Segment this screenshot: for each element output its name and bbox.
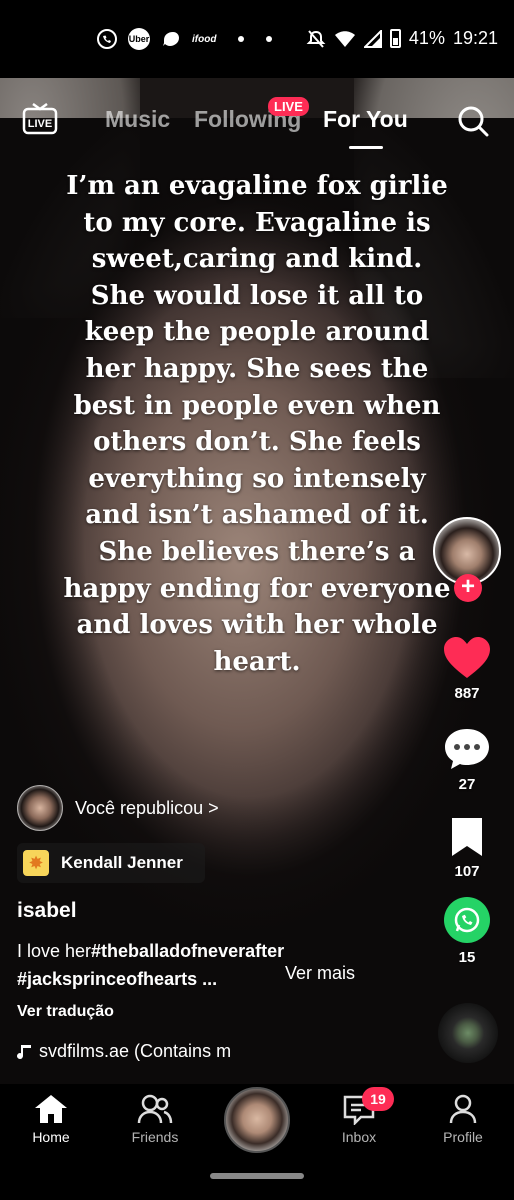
battery-icon	[389, 29, 401, 48]
notification-dot	[238, 36, 245, 42]
comment-icon	[445, 729, 489, 769]
bookmark-icon	[452, 818, 482, 856]
tab-music[interactable]: Music	[105, 106, 170, 133]
svg-text:LIVE: LIVE	[28, 118, 52, 130]
search-icon[interactable]	[456, 104, 490, 138]
clock: 19:21	[452, 28, 498, 48]
see-more-link[interactable]: Ver mais	[285, 963, 355, 984]
caption-text: I love her	[17, 941, 92, 961]
wifi-icon	[334, 30, 355, 47]
nav-profile[interactable]: Profile	[418, 1093, 508, 1145]
whatsapp-icon	[97, 29, 117, 49]
share-count: 15	[458, 949, 476, 966]
mute-icon	[306, 29, 326, 48]
video-text-overlay: I’m an evagaline fox girlie to my core. …	[63, 171, 451, 677]
repost-label: Você republicou >	[75, 797, 219, 818]
nav-label: Friends	[131, 1129, 179, 1145]
active-tab-indicator	[349, 146, 383, 149]
profile-icon	[449, 1094, 477, 1124]
uber-icon: Uber	[128, 28, 150, 50]
follow-button[interactable]: +	[454, 574, 482, 602]
status-bar: Uber ifood 41% 19:21	[0, 0, 514, 78]
home-indicator[interactable]	[210, 1173, 304, 1179]
bottom-nav: Home Friends Inbox Profile	[0, 1084, 514, 1200]
live-icon[interactable]: LIVE	[22, 103, 58, 135]
hashtag[interactable]: #jacksprinceofhearts ...	[17, 969, 217, 989]
see-translation-link[interactable]: Ver tradução	[17, 1003, 114, 1021]
music-note-icon	[17, 1044, 31, 1059]
share-button[interactable]: 15	[434, 897, 500, 966]
ifood-icon: ifood	[192, 33, 217, 45]
nav-friends[interactable]: Friends	[110, 1093, 200, 1145]
sound-link[interactable]: svdfilms.ae (Contains m	[17, 1041, 277, 1062]
nav-label: Home	[32, 1129, 70, 1145]
save-count: 107	[454, 863, 480, 880]
live-badge: LIVE	[268, 97, 309, 116]
notification-dot	[266, 36, 273, 42]
home-icon	[35, 1095, 67, 1123]
nav-label: Inbox	[341, 1129, 377, 1145]
friends-icon	[137, 1094, 173, 1124]
nav-create-avatar[interactable]	[224, 1087, 290, 1153]
repost-row[interactable]: Você republicou >	[17, 785, 219, 831]
heart-icon	[444, 637, 490, 678]
signal-icon	[363, 29, 382, 48]
save-button[interactable]: 107	[434, 816, 500, 880]
music-disc[interactable]	[438, 1003, 498, 1063]
system-icons: 41% 19:21	[306, 28, 498, 49]
sparkle-icon: ✸	[23, 850, 49, 876]
notification-icons: Uber ifood	[96, 28, 284, 50]
sound-label: svdfilms.ae (Contains m	[39, 1041, 232, 1061]
username[interactable]: isabel	[17, 899, 77, 923]
tagged-user-chip[interactable]: ✸ Kendall Jenner	[17, 843, 205, 883]
comment-count: 27	[458, 776, 476, 793]
whatsapp-share-icon	[444, 897, 490, 943]
nav-label: Profile	[443, 1129, 483, 1145]
comment-button[interactable]: 27	[434, 727, 500, 793]
tab-for-you[interactable]: For You	[323, 106, 408, 133]
inbox-badge: 19	[362, 1087, 394, 1111]
messenger-icon	[163, 32, 179, 46]
caption: I love her#theballadofneverafter #jacksp…	[17, 937, 417, 993]
like-count: 887	[454, 685, 480, 702]
like-button[interactable]: 887	[434, 636, 500, 702]
battery-percent: 41%	[408, 28, 445, 48]
nav-home[interactable]: Home	[6, 1093, 96, 1145]
tagged-user-label: Kendall Jenner	[61, 853, 183, 872]
avatar	[17, 785, 63, 831]
hashtag[interactable]: #theballadofneverafter	[91, 941, 284, 961]
